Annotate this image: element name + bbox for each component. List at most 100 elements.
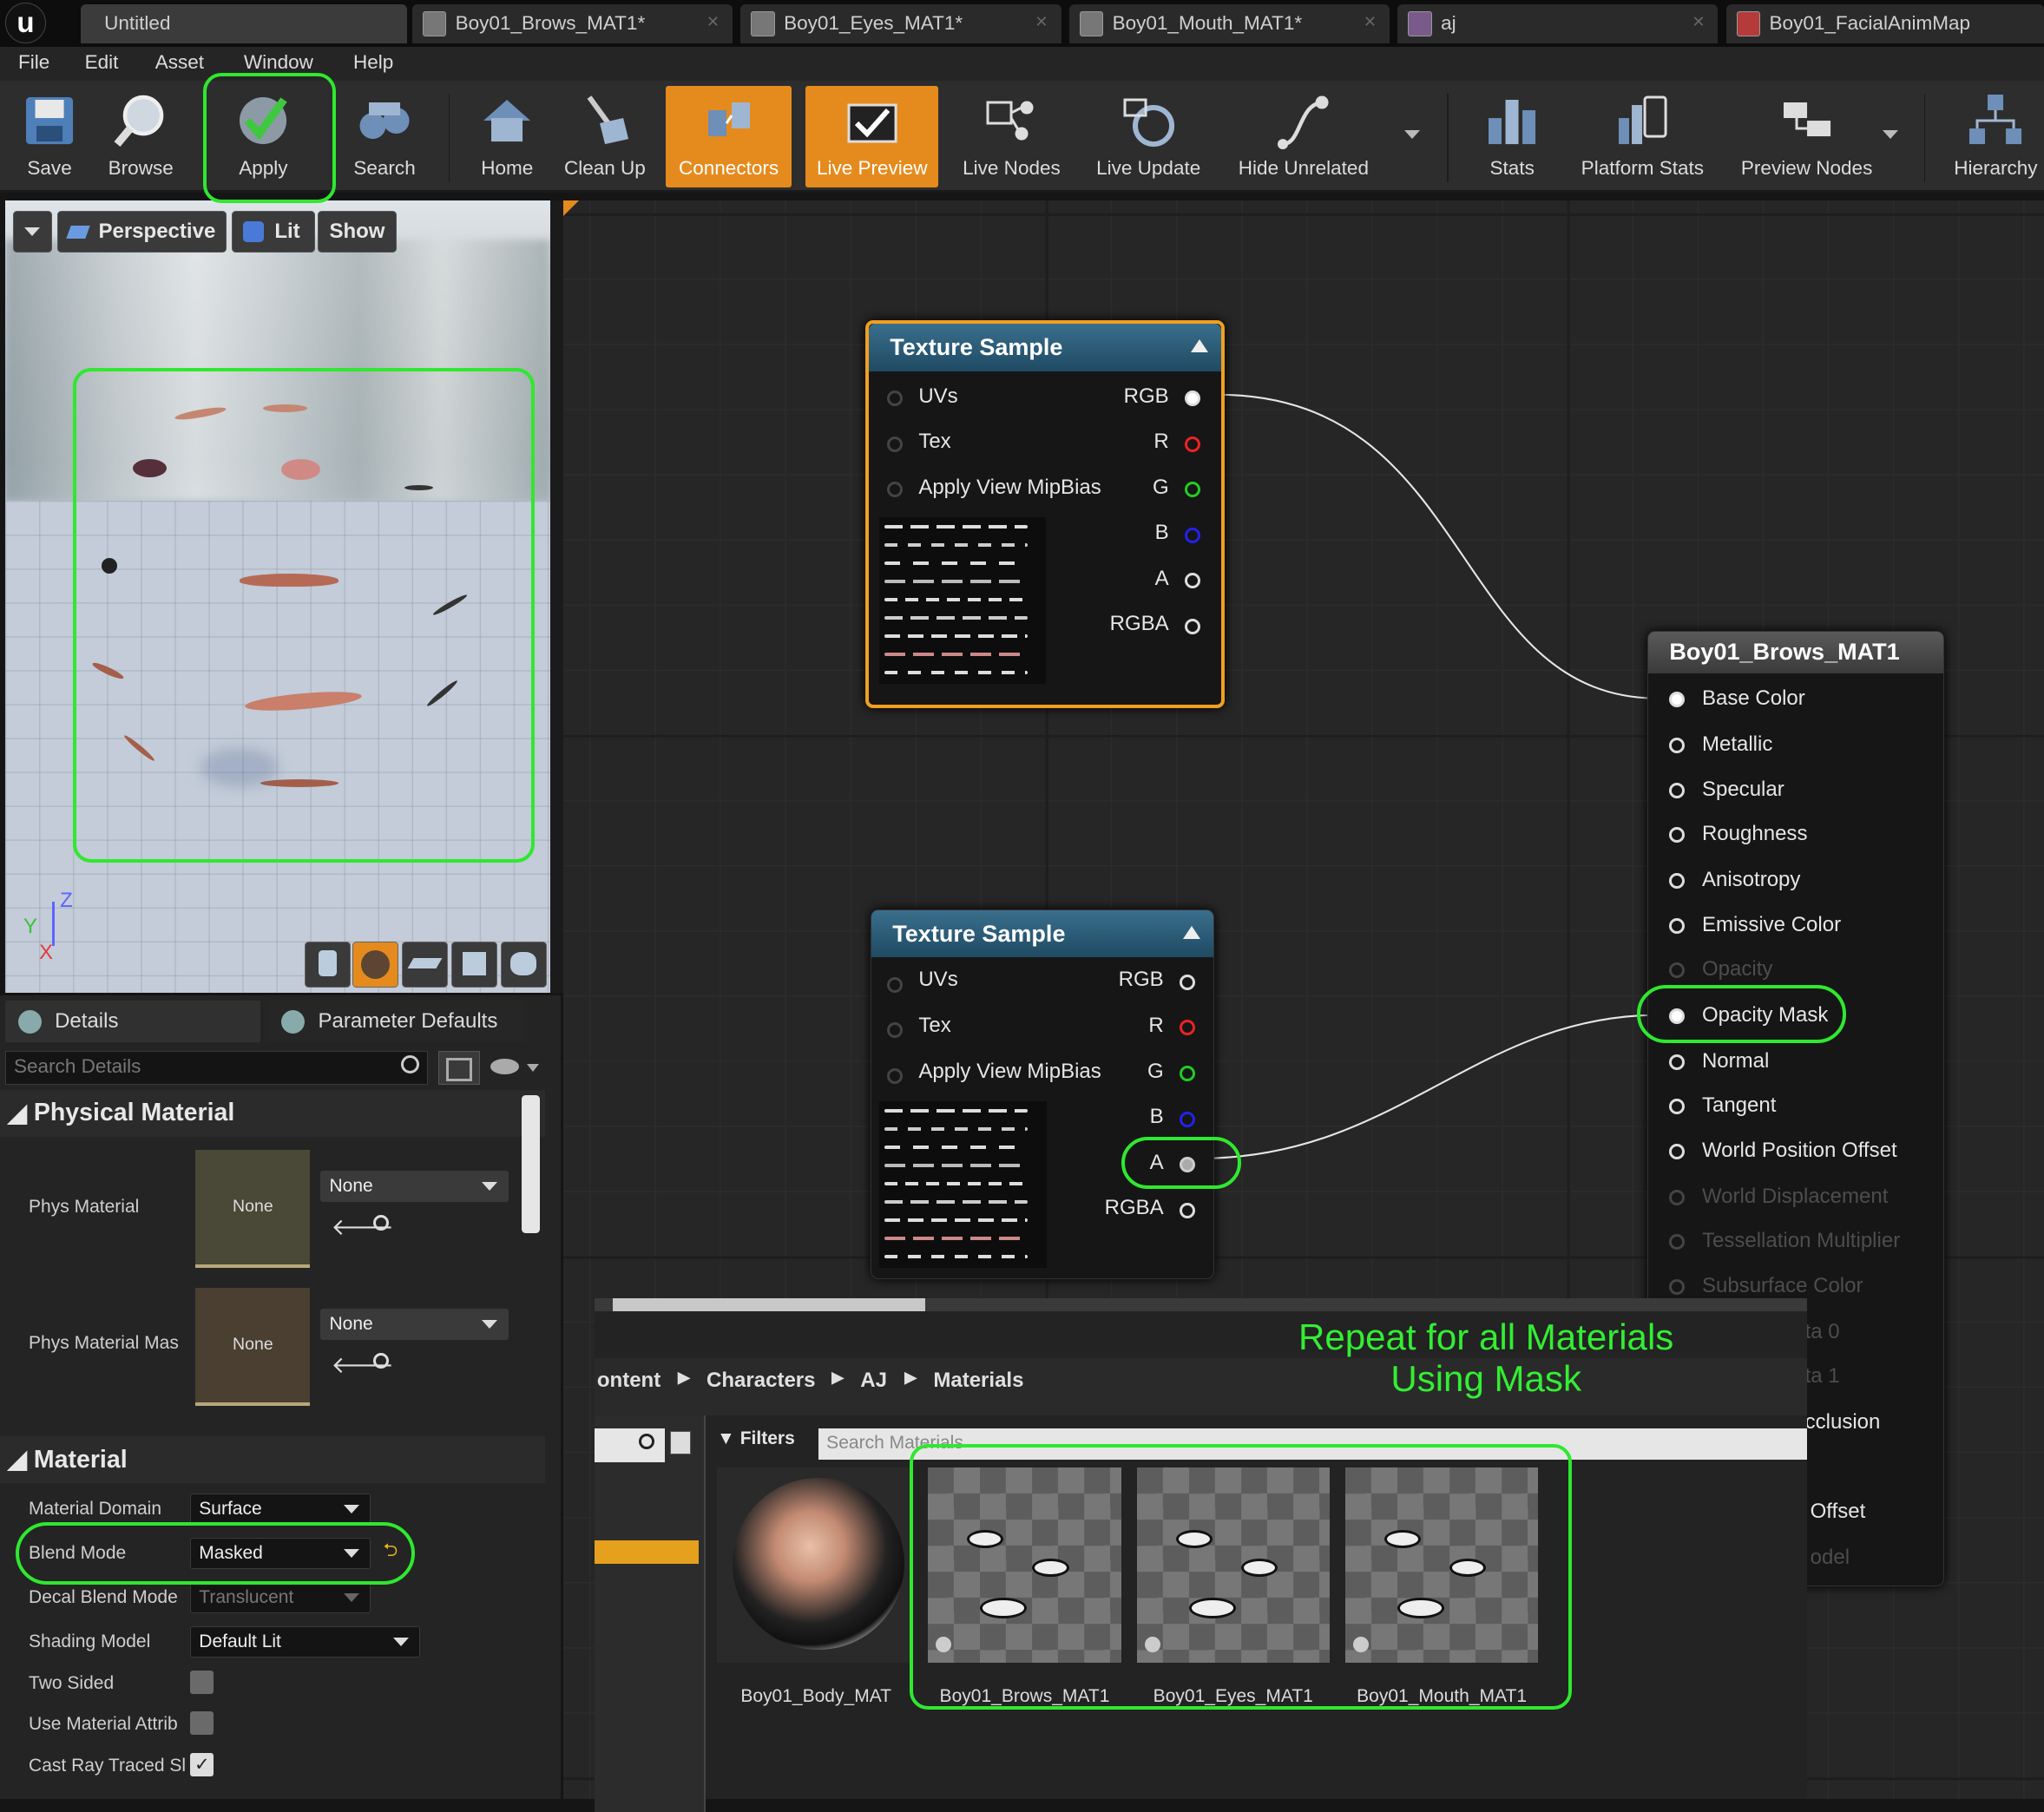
uvs-input-pin[interactable] — [887, 976, 904, 993]
breadcrumb-content[interactable]: ontent — [597, 1369, 661, 1393]
home-button[interactable]: Home — [470, 86, 545, 187]
tab-mouth-mat[interactable]: Boy01_Mouth_MAT1* ✕ — [1068, 3, 1390, 43]
tab-eyes-mat[interactable]: Boy01_Eyes_MAT1* ✕ — [740, 3, 1061, 43]
lit-button[interactable]: Lit — [232, 211, 316, 253]
material-section[interactable]: ◢ Material — [0, 1436, 545, 1484]
hierarchy-button[interactable]: Hierarchy — [1948, 86, 2044, 187]
phys-material-mask-thumbnail[interactable]: None — [195, 1287, 311, 1407]
r-output-pin[interactable] — [1184, 436, 1200, 452]
preview-viewport[interactable]: Perspective Lit Show Z Y X — [5, 200, 550, 994]
a-output-pin[interactable] — [1184, 573, 1200, 589]
menu-help[interactable]: Help — [353, 51, 393, 74]
details-search-input[interactable]: Search Details — [5, 1050, 428, 1085]
menu-edit[interactable]: Edit — [85, 51, 119, 74]
cast-ray-traced-shadows-checkbox[interactable]: ✓ — [190, 1753, 214, 1777]
opacity-mask-pin[interactable] — [1669, 1008, 1686, 1024]
show-button[interactable]: Show — [318, 211, 397, 253]
rgb-output-pin[interactable] — [1179, 974, 1195, 990]
connectors-toggle[interactable]: Connectors — [666, 86, 792, 188]
perspective-button[interactable]: Perspective — [57, 211, 227, 253]
phys-material-thumbnail[interactable]: None — [195, 1149, 311, 1268]
dropdown-arrow-icon[interactable] — [1403, 130, 1420, 139]
asset-search-input[interactable]: Search Materials — [818, 1428, 1807, 1461]
rgba-output-pin[interactable] — [1184, 618, 1200, 634]
search-button[interactable]: Search — [341, 86, 427, 187]
close-icon[interactable]: ✕ — [1364, 13, 1377, 31]
close-icon[interactable]: ✕ — [707, 13, 720, 31]
mipbias-input-pin[interactable] — [887, 482, 904, 498]
collapse-icon[interactable] — [1182, 926, 1200, 940]
preview-mesh-button[interactable] — [500, 942, 547, 988]
base-color-pin[interactable] — [1669, 691, 1686, 707]
tab-aj[interactable]: aj ✕ — [1397, 3, 1719, 43]
world-position-offset-pin[interactable] — [1669, 1144, 1686, 1160]
splitter[interactable] — [549, 200, 563, 994]
browse-button[interactable]: Browse — [99, 86, 182, 187]
g-output-pin[interactable] — [1184, 482, 1200, 498]
live-update-toggle[interactable]: Live Update — [1088, 86, 1210, 187]
dropdown-arrow-icon[interactable] — [1882, 130, 1898, 139]
collapse-icon[interactable] — [1190, 339, 1208, 353]
normal-pin[interactable] — [1669, 1054, 1686, 1070]
tex-input-pin[interactable] — [887, 1022, 904, 1039]
phys-material-picker[interactable]: None — [320, 1170, 509, 1202]
physical-material-section[interactable]: ◢ Physical Material — [0, 1089, 545, 1137]
a-output-pin[interactable] — [1179, 1157, 1195, 1173]
scrollbar-thumb[interactable] — [521, 1094, 540, 1233]
breadcrumb-aj[interactable]: AJ — [860, 1369, 887, 1393]
preview-nodes-button[interactable]: Preview Nodes — [1732, 86, 1883, 187]
live-nodes-toggle[interactable]: Live Nodes — [951, 86, 1071, 187]
close-icon[interactable]: ✕ — [1035, 13, 1048, 31]
cleanup-button[interactable]: Clean Up — [558, 86, 652, 187]
uvs-input-pin[interactable] — [887, 391, 904, 407]
two-sided-checkbox[interactable] — [190, 1671, 214, 1695]
material-domain-select[interactable]: Surface — [190, 1494, 371, 1526]
browse-search-icon[interactable] — [372, 1352, 389, 1369]
asset-eyes-mat[interactable] — [1136, 1467, 1330, 1664]
preview-cube-button[interactable] — [450, 942, 497, 988]
apply-button[interactable]: Apply — [219, 86, 307, 187]
specular-pin[interactable] — [1669, 783, 1686, 799]
menu-asset[interactable]: Asset — [155, 51, 204, 74]
use-material-attributes-checkbox[interactable] — [190, 1710, 214, 1735]
tangent-pin[interactable] — [1669, 1098, 1686, 1114]
g-output-pin[interactable] — [1179, 1066, 1195, 1082]
preview-sphere-button[interactable] — [352, 942, 398, 988]
browse-search-icon[interactable] — [372, 1214, 389, 1231]
roughness-pin[interactable] — [1669, 827, 1686, 844]
rgb-output-pin[interactable] — [1184, 391, 1200, 407]
stats-button[interactable]: Stats — [1470, 86, 1554, 187]
preview-plane-button[interactable] — [401, 942, 448, 988]
asset-brows-mat[interactable] — [928, 1467, 1121, 1664]
tex-input-pin[interactable] — [887, 436, 904, 452]
details-tab[interactable]: Details — [5, 1001, 261, 1043]
list-view-icon[interactable] — [669, 1431, 691, 1455]
texture-sample-node-1[interactable]: Texture Sample UVs Tex Apply View MipBia… — [865, 320, 1225, 708]
eye-icon[interactable] — [490, 1058, 519, 1074]
phys-material-mask-picker[interactable]: None — [320, 1308, 509, 1340]
texture-sample-node-2[interactable]: Texture Sample UVs Tex Apply View MipBia… — [871, 909, 1214, 1279]
breadcrumb-materials[interactable]: Materials — [933, 1369, 1023, 1393]
save-button[interactable]: Save — [10, 86, 89, 187]
tab-brows-mat[interactable]: Boy01_Brows_MAT1* ✕ — [411, 3, 733, 43]
r-output-pin[interactable] — [1179, 1020, 1195, 1036]
asset-body-mat[interactable] — [717, 1467, 910, 1664]
b-output-pin[interactable] — [1184, 527, 1200, 543]
viewport-options-button[interactable] — [13, 211, 53, 253]
emissive-color-pin[interactable] — [1669, 918, 1686, 935]
preview-cylinder-button[interactable] — [305, 942, 352, 988]
mipbias-input-pin[interactable] — [887, 1068, 904, 1085]
rgba-output-pin[interactable] — [1179, 1202, 1195, 1218]
selected-folder[interactable] — [594, 1540, 699, 1565]
sources-search-input[interactable] — [594, 1428, 665, 1463]
parameter-defaults-tab[interactable]: Parameter Defaults — [268, 1001, 524, 1043]
platform-stats-button[interactable]: Platform Stats — [1569, 86, 1715, 187]
reset-to-default-icon[interactable]: ⮌ — [384, 1538, 398, 1568]
shading-model-select[interactable]: Default Lit — [190, 1626, 420, 1658]
breadcrumb-characters[interactable]: Characters — [707, 1369, 815, 1393]
b-output-pin[interactable] — [1179, 1111, 1195, 1127]
menu-file[interactable]: File — [18, 51, 49, 74]
menu-window[interactable]: Window — [244, 51, 313, 74]
close-icon[interactable]: ✕ — [1692, 13, 1705, 31]
chevron-down-icon[interactable] — [526, 1063, 539, 1072]
